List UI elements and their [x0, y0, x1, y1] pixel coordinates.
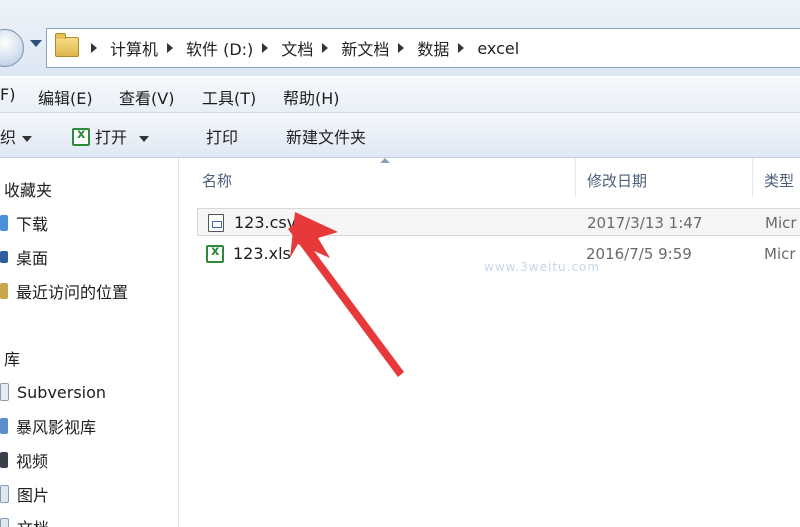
annotation-arrow: [288, 212, 404, 377]
